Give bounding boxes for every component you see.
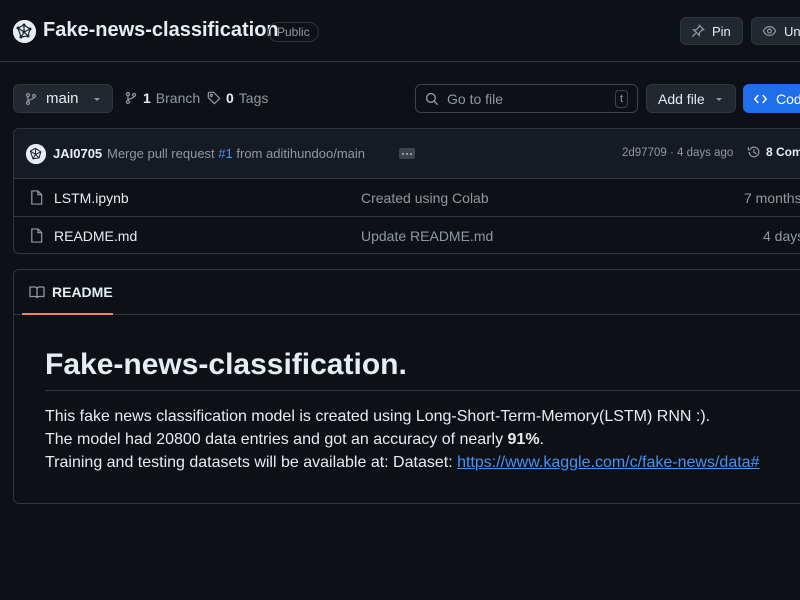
commits-label: 8 Com <box>766 145 800 159</box>
commits-history-link[interactable]: 8 Com <box>747 145 800 159</box>
file-icon <box>30 190 43 205</box>
add-file-button[interactable]: Add file <box>646 84 736 113</box>
search-icon <box>425 92 439 106</box>
readme-panel: README Fake-news-classification. This fa… <box>13 269 800 504</box>
commit-author-link[interactable]: JAI0705 <box>53 146 102 161</box>
commit-hash-and-time[interactable]: 2d97709 · 4 days ago <box>622 147 733 159</box>
repo-name-link[interactable]: Fake-news-classification <box>43 19 279 42</box>
branch-icon <box>24 92 38 106</box>
code-label: Cod <box>776 91 800 107</box>
readme-line-3-prefix: Training and testing datasets will be av… <box>45 454 457 471</box>
readme-line-2: The model had 20800 data entries and got… <box>45 431 544 449</box>
branch-name: main <box>46 90 79 107</box>
pin-label: Pin <box>712 24 731 39</box>
commit-time: 4 days ago <box>677 147 733 159</box>
pull-request-link[interactable]: #1 <box>218 146 232 161</box>
dataset-link[interactable]: https://www.kaggle.com/c/fake-news/data# <box>457 454 759 471</box>
accuracy-value: 91% <box>508 431 540 448</box>
branches-label: Branch <box>156 90 200 106</box>
repo-avatar-icon <box>13 20 36 43</box>
visibility-badge: Public <box>268 22 319 42</box>
commit-hash: 2d97709 <box>622 147 667 159</box>
unwatch-button[interactable]: Unw <box>751 17 800 45</box>
readme-line-3: Training and testing datasets will be av… <box>45 454 759 472</box>
tab-readme[interactable]: README <box>22 270 113 315</box>
table-row: LSTM.ipynb Created using Colab 7 months <box>14 179 800 217</box>
code-icon <box>753 92 768 106</box>
commit-message-prefix: Merge pull request <box>107 146 215 161</box>
file-age: 4 days <box>763 228 800 244</box>
readme-line-2-suffix: . <box>540 431 544 448</box>
eye-icon <box>762 24 777 38</box>
readme-heading: Fake-news-classification. <box>45 348 407 382</box>
tags-count: 0 <box>226 90 234 106</box>
expand-commit-button[interactable] <box>399 148 415 159</box>
file-commit-message[interactable]: Update README.md <box>361 228 493 244</box>
file-name-link[interactable]: LSTM.ipynb <box>54 190 129 206</box>
tags-link[interactable]: 0 Tags <box>207 90 268 106</box>
history-icon <box>747 145 761 159</box>
go-to-file-input[interactable] <box>447 91 607 107</box>
pin-icon <box>691 24 705 38</box>
tags-label: Tags <box>239 90 269 106</box>
add-file-label: Add file <box>658 91 705 107</box>
file-age: 7 months <box>744 190 800 206</box>
branches-link[interactable]: 1 Branch <box>124 90 200 106</box>
file-name-link[interactable]: README.md <box>54 228 137 244</box>
unwatch-label: Unw <box>784 24 800 39</box>
book-icon <box>29 285 45 299</box>
commit-message[interactable]: Merge pull request #1 from aditihundoo/m… <box>107 146 365 161</box>
file-table: JAI0705 Merge pull request #1 from aditi… <box>13 128 800 254</box>
separator: · <box>670 147 674 159</box>
branches-count: 1 <box>143 90 151 106</box>
branch-icon <box>124 91 138 105</box>
file-icon <box>30 228 43 243</box>
branch-selector-button[interactable]: main <box>13 84 113 113</box>
chevron-down-icon <box>92 94 102 104</box>
pin-button[interactable]: Pin <box>680 17 743 45</box>
avatar[interactable] <box>26 144 46 164</box>
shortcut-key-hint: t <box>615 90 628 108</box>
repo-header: Fake-news-classification Public Pin Unw <box>0 0 800 62</box>
file-commit-message[interactable]: Created using Colab <box>361 190 489 206</box>
readme-header: README <box>14 270 800 315</box>
divider <box>45 390 800 391</box>
chevron-down-icon <box>714 94 724 104</box>
table-row: README.md Update README.md 4 days <box>14 217 800 254</box>
tag-icon <box>207 91 221 105</box>
readme-line-1: This fake news classification model is c… <box>45 408 710 426</box>
readme-tab-label: README <box>52 284 113 300</box>
latest-commit-row: JAI0705 Merge pull request #1 from aditi… <box>14 129 800 179</box>
code-button[interactable]: Cod <box>743 84 800 113</box>
go-to-file-search[interactable]: t <box>415 84 638 113</box>
commit-message-suffix: from aditihundoo/main <box>236 146 365 161</box>
readme-line-2-prefix: The model had 20800 data entries and got… <box>45 431 508 448</box>
